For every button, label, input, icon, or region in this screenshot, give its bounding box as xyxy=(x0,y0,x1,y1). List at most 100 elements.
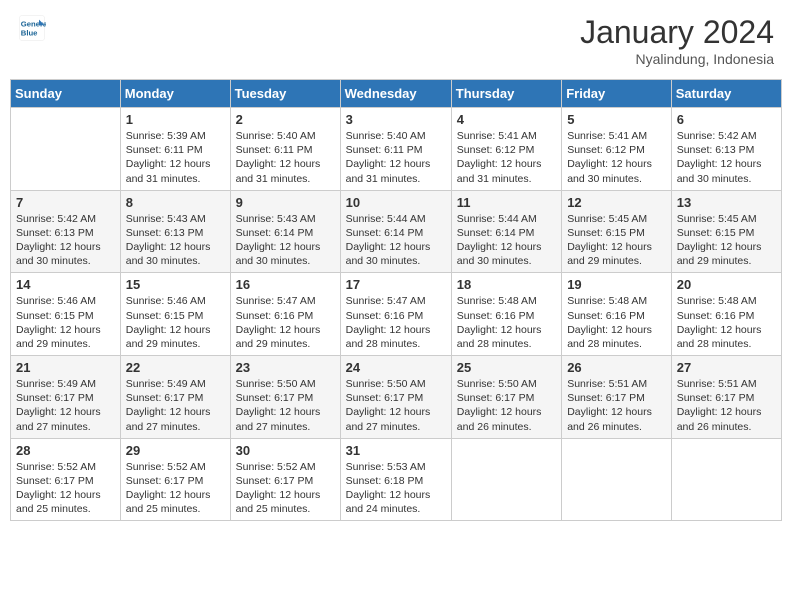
calendar-cell: 8 Sunrise: 5:43 AM Sunset: 6:13 PM Daylig… xyxy=(120,190,230,273)
day-number: 7 xyxy=(16,195,115,210)
calendar-cell xyxy=(562,438,672,521)
calendar-cell: 22 Sunrise: 5:49 AM Sunset: 6:17 PM Dayli… xyxy=(120,356,230,439)
title-block: January 2024 Nyalindung, Indonesia xyxy=(580,14,774,67)
day-number: 15 xyxy=(126,277,225,292)
day-info: Sunrise: 5:39 AM Sunset: 6:11 PM Dayligh… xyxy=(126,129,225,186)
day-info: Sunrise: 5:40 AM Sunset: 6:11 PM Dayligh… xyxy=(236,129,335,186)
calendar-cell: 20 Sunrise: 5:48 AM Sunset: 6:16 PM Dayli… xyxy=(671,273,781,356)
calendar-cell: 19 Sunrise: 5:48 AM Sunset: 6:16 PM Dayli… xyxy=(562,273,672,356)
week-row-5: 28Sunrise: 5:52 AM Sunset: 6:17 PM Dayli… xyxy=(11,438,782,521)
logo: General Blue xyxy=(18,14,46,42)
day-info: Sunrise: 5:44 AM Sunset: 6:14 PM Dayligh… xyxy=(346,212,446,269)
day-info: Sunrise: 5:48 AM Sunset: 6:16 PM Dayligh… xyxy=(457,294,556,351)
calendar-cell: 24 Sunrise: 5:50 AM Sunset: 6:17 PM Dayli… xyxy=(340,356,451,439)
day-info: Sunrise: 5:41 AM Sunset: 6:12 PM Dayligh… xyxy=(457,129,556,186)
calendar-cell: 31 Sunrise: 5:53 AM Sunset: 6:18 PM Dayli… xyxy=(340,438,451,521)
day-info: Sunrise: 5:42 AM Sunset: 6:13 PM Dayligh… xyxy=(16,212,115,269)
calendar-cell: 7 Sunrise: 5:42 AM Sunset: 6:13 PM Daylig… xyxy=(11,190,121,273)
day-info: Sunrise: 5:46 AM Sunset: 6:15 PM Dayligh… xyxy=(16,294,115,351)
day-number: 13 xyxy=(677,195,776,210)
day-number: 5 xyxy=(567,112,666,127)
calendar-cell: 2 Sunrise: 5:40 AM Sunset: 6:11 PM Daylig… xyxy=(230,108,340,191)
week-row-3: 14 Sunrise: 5:46 AM Sunset: 6:15 PM Dayli… xyxy=(11,273,782,356)
day-number: 20 xyxy=(677,277,776,292)
day-number: 9 xyxy=(236,195,335,210)
calendar-cell: 27 Sunrise: 5:51 AM Sunset: 6:17 PM Dayli… xyxy=(671,356,781,439)
logo-icon: General Blue xyxy=(18,14,46,42)
day-info: Sunrise: 5:48 AM Sunset: 6:16 PM Dayligh… xyxy=(677,294,776,351)
day-info: Sunrise: 5:42 AM Sunset: 6:13 PM Dayligh… xyxy=(677,129,776,186)
day-info: Sunrise: 5:52 AM Sunset: 6:17 PM Dayligh… xyxy=(126,460,225,517)
calendar-cell: 13 Sunrise: 5:45 AM Sunset: 6:15 PM Dayli… xyxy=(671,190,781,273)
calendar-cell: 5 Sunrise: 5:41 AM Sunset: 6:12 PM Daylig… xyxy=(562,108,672,191)
day-number: 25 xyxy=(457,360,556,375)
calendar-cell: 9 Sunrise: 5:43 AM Sunset: 6:14 PM Daylig… xyxy=(230,190,340,273)
day-number: 30 xyxy=(236,443,335,458)
location-subtitle: Nyalindung, Indonesia xyxy=(580,51,774,67)
day-info: Sunrise: 5:50 AM Sunset: 6:17 PM Dayligh… xyxy=(236,377,335,434)
day-info: Sunrise: 5:51 AM Sunset: 6:17 PM Dayligh… xyxy=(677,377,776,434)
day-number: 19 xyxy=(567,277,666,292)
day-info: Sunrise: 5:49 AM Sunset: 6:17 PM Dayligh… xyxy=(16,377,115,434)
week-row-2: 7 Sunrise: 5:42 AM Sunset: 6:13 PM Daylig… xyxy=(11,190,782,273)
calendar-cell: 28Sunrise: 5:52 AM Sunset: 6:17 PM Dayli… xyxy=(11,438,121,521)
page-header: General Blue January 2024 Nyalindung, In… xyxy=(10,10,782,71)
day-number: 31 xyxy=(346,443,446,458)
calendar-cell: 6Sunrise: 5:42 AM Sunset: 6:13 PM Daylig… xyxy=(671,108,781,191)
week-row-4: 21Sunrise: 5:49 AM Sunset: 6:17 PM Dayli… xyxy=(11,356,782,439)
weekday-header-row: SundayMondayTuesdayWednesdayThursdayFrid… xyxy=(11,80,782,108)
calendar-cell: 11Sunrise: 5:44 AM Sunset: 6:14 PM Dayli… xyxy=(451,190,561,273)
day-info: Sunrise: 5:52 AM Sunset: 6:17 PM Dayligh… xyxy=(236,460,335,517)
day-number: 17 xyxy=(346,277,446,292)
day-info: Sunrise: 5:45 AM Sunset: 6:15 PM Dayligh… xyxy=(567,212,666,269)
calendar-cell: 17Sunrise: 5:47 AM Sunset: 6:16 PM Dayli… xyxy=(340,273,451,356)
calendar-cell: 23 Sunrise: 5:50 AM Sunset: 6:17 PM Dayli… xyxy=(230,356,340,439)
day-info: Sunrise: 5:51 AM Sunset: 6:17 PM Dayligh… xyxy=(567,377,666,434)
day-info: Sunrise: 5:48 AM Sunset: 6:16 PM Dayligh… xyxy=(567,294,666,351)
calendar-cell: 1Sunrise: 5:39 AM Sunset: 6:11 PM Daylig… xyxy=(120,108,230,191)
day-info: Sunrise: 5:45 AM Sunset: 6:15 PM Dayligh… xyxy=(677,212,776,269)
calendar-cell: 25Sunrise: 5:50 AM Sunset: 6:17 PM Dayli… xyxy=(451,356,561,439)
day-info: Sunrise: 5:50 AM Sunset: 6:17 PM Dayligh… xyxy=(346,377,446,434)
calendar-cell: 10 Sunrise: 5:44 AM Sunset: 6:14 PM Dayli… xyxy=(340,190,451,273)
calendar-cell: 15 Sunrise: 5:46 AM Sunset: 6:15 PM Dayli… xyxy=(120,273,230,356)
day-number: 29 xyxy=(126,443,225,458)
calendar-cell: 12 Sunrise: 5:45 AM Sunset: 6:15 PM Dayli… xyxy=(562,190,672,273)
weekday-header-tuesday: Tuesday xyxy=(230,80,340,108)
month-title: January 2024 xyxy=(580,14,774,51)
day-info: Sunrise: 5:53 AM Sunset: 6:18 PM Dayligh… xyxy=(346,460,446,517)
day-info: Sunrise: 5:43 AM Sunset: 6:13 PM Dayligh… xyxy=(126,212,225,269)
calendar-table: SundayMondayTuesdayWednesdayThursdayFrid… xyxy=(10,79,782,521)
day-number: 10 xyxy=(346,195,446,210)
calendar-cell xyxy=(451,438,561,521)
day-number: 14 xyxy=(16,277,115,292)
day-info: Sunrise: 5:49 AM Sunset: 6:17 PM Dayligh… xyxy=(126,377,225,434)
day-number: 2 xyxy=(236,112,335,127)
day-number: 18 xyxy=(457,277,556,292)
day-number: 12 xyxy=(567,195,666,210)
calendar-cell: 18 Sunrise: 5:48 AM Sunset: 6:16 PM Dayli… xyxy=(451,273,561,356)
day-info: Sunrise: 5:46 AM Sunset: 6:15 PM Dayligh… xyxy=(126,294,225,351)
day-number: 26 xyxy=(567,360,666,375)
weekday-header-wednesday: Wednesday xyxy=(340,80,451,108)
day-number: 8 xyxy=(126,195,225,210)
calendar-cell xyxy=(671,438,781,521)
calendar-cell: 16Sunrise: 5:47 AM Sunset: 6:16 PM Dayli… xyxy=(230,273,340,356)
weekday-header-thursday: Thursday xyxy=(451,80,561,108)
day-number: 22 xyxy=(126,360,225,375)
day-number: 24 xyxy=(346,360,446,375)
day-info: Sunrise: 5:52 AM Sunset: 6:17 PM Dayligh… xyxy=(16,460,115,517)
day-info: Sunrise: 5:47 AM Sunset: 6:16 PM Dayligh… xyxy=(236,294,335,351)
weekday-header-monday: Monday xyxy=(120,80,230,108)
day-info: Sunrise: 5:40 AM Sunset: 6:11 PM Dayligh… xyxy=(346,129,446,186)
weekday-header-saturday: Saturday xyxy=(671,80,781,108)
calendar-cell: 21Sunrise: 5:49 AM Sunset: 6:17 PM Dayli… xyxy=(11,356,121,439)
calendar-cell: 26 Sunrise: 5:51 AM Sunset: 6:17 PM Dayli… xyxy=(562,356,672,439)
day-info: Sunrise: 5:43 AM Sunset: 6:14 PM Dayligh… xyxy=(236,212,335,269)
day-number: 23 xyxy=(236,360,335,375)
day-info: Sunrise: 5:41 AM Sunset: 6:12 PM Dayligh… xyxy=(567,129,666,186)
weekday-header-friday: Friday xyxy=(562,80,672,108)
svg-text:Blue: Blue xyxy=(21,29,38,38)
day-number: 27 xyxy=(677,360,776,375)
day-info: Sunrise: 5:44 AM Sunset: 6:14 PM Dayligh… xyxy=(457,212,556,269)
